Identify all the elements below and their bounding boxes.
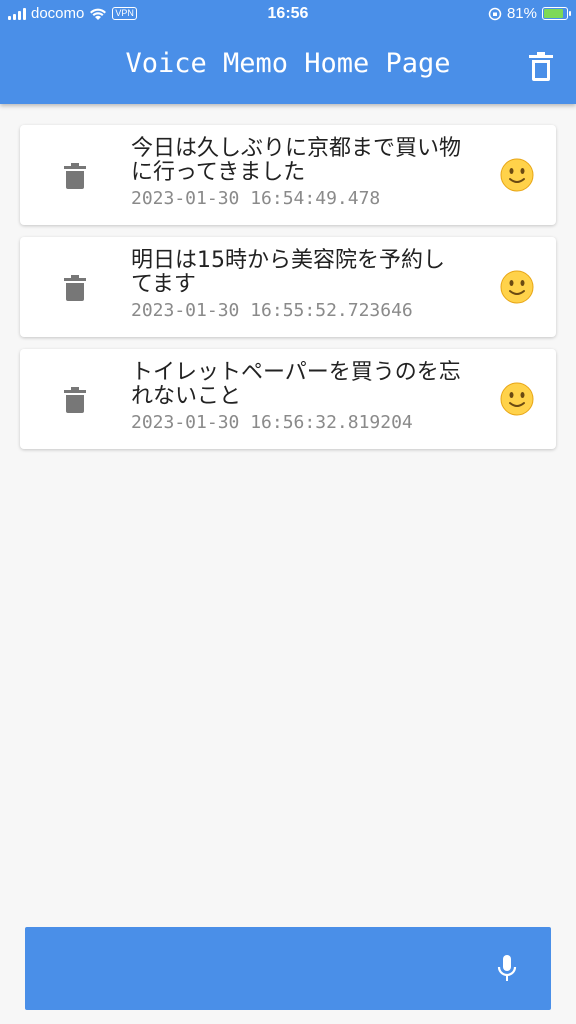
memo-card[interactable]: 明日は15時から美容院を予約してます 2023-01-30 16:55:52.7… (20, 237, 556, 337)
delete-icon[interactable] (64, 163, 86, 189)
memo-text: トイレットペーパーを買うのを忘れないこと (131, 360, 461, 409)
delete-icon[interactable] (64, 275, 86, 301)
orientation-lock-icon (488, 7, 502, 20)
memo-text: 今日は久しぶりに京都まで買い物に行ってきました (131, 136, 462, 185)
memo-timestamp: 2023-01-30 16:54:49.478 (131, 188, 381, 209)
page-title: Voice Memo Home Page (125, 48, 451, 79)
battery-percent: 81% (506, 5, 537, 22)
status-bar: docomo VPN 16:56 81% (0, 0, 576, 30)
smiley-icon (500, 382, 534, 416)
record-button[interactable] (25, 927, 551, 1010)
memo-timestamp: 2023-01-30 16:55:52.723646 (131, 300, 413, 321)
memo-text: 明日は15時から美容院を予約してます (131, 248, 445, 297)
trash-icon[interactable] (528, 52, 554, 82)
memo-timestamp: 2023-01-30 16:56:32.819204 (131, 412, 413, 433)
battery-icon (542, 7, 571, 20)
smiley-icon (500, 158, 534, 192)
memo-card[interactable]: トイレットペーパーを買うのを忘れないこと 2023-01-30 16:56:32… (20, 349, 556, 449)
memo-card[interactable]: 今日は久しぶりに京都まで買い物に行ってきました 2023-01-30 16:54… (20, 125, 556, 225)
memo-list: 今日は久しぶりに京都まで買い物に行ってきました 2023-01-30 16:54… (20, 125, 556, 461)
app-bar: docomo VPN 16:56 81% Voice Memo Home Pag… (0, 0, 576, 104)
delete-icon[interactable] (64, 387, 86, 413)
smiley-icon (500, 270, 534, 304)
status-right: 81% (488, 5, 571, 22)
microphone-icon[interactable] (497, 955, 517, 983)
